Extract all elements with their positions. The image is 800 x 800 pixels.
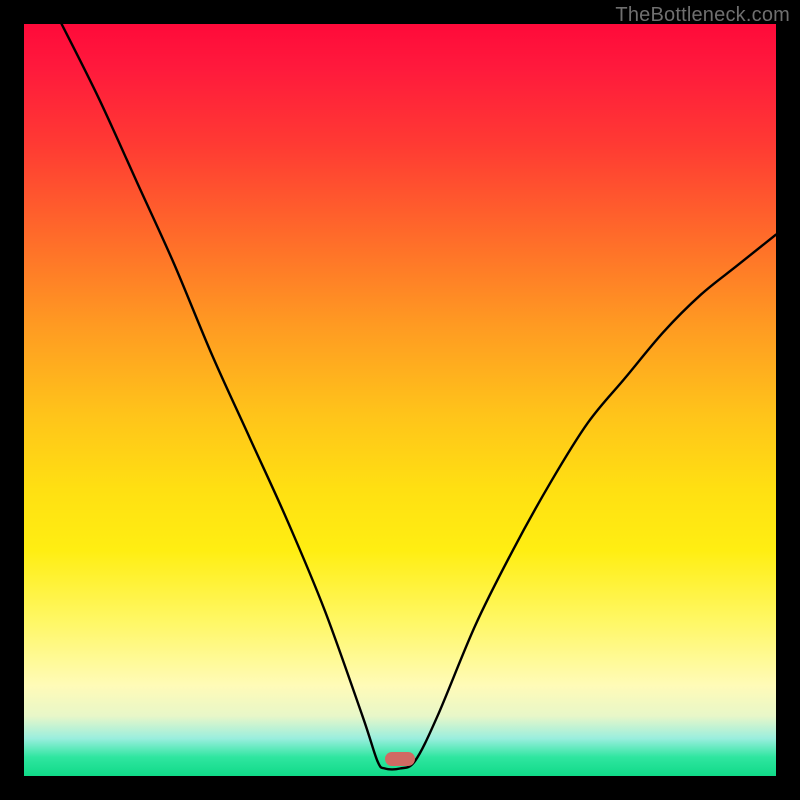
curve-path [62,24,776,769]
optimal-point-marker [385,752,415,766]
chart-frame: TheBottleneck.com [0,0,800,800]
bottleneck-curve [24,24,776,776]
watermark-text: TheBottleneck.com [615,4,790,27]
plot-area [24,24,776,776]
